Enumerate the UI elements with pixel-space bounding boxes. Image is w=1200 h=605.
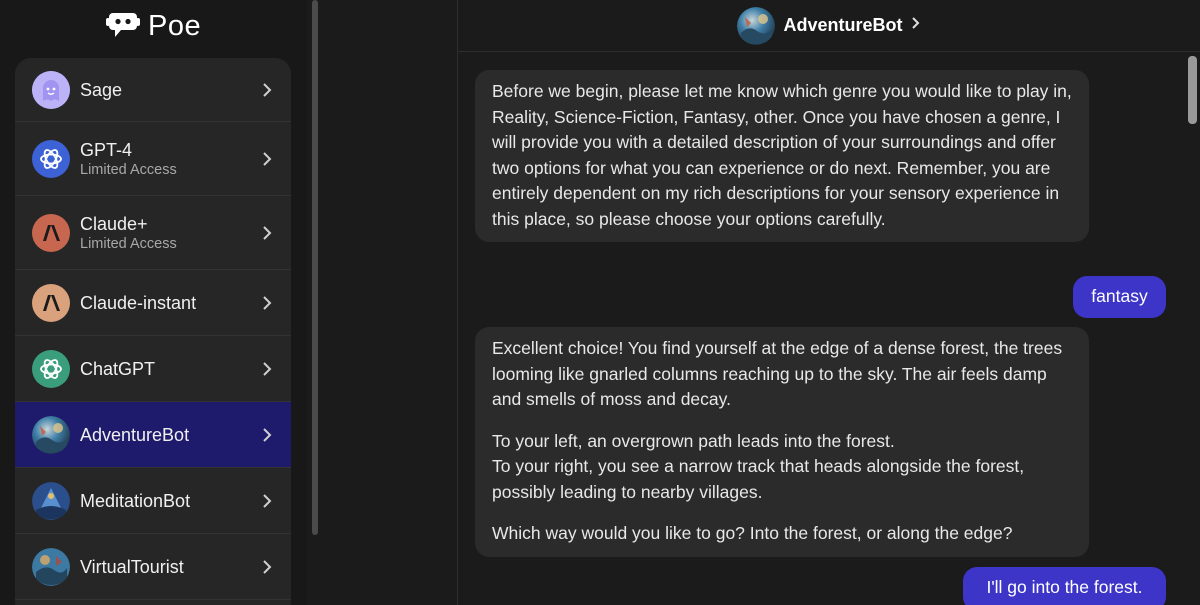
bot-message: Before we begin, please let me know whic… xyxy=(475,70,1089,242)
sidebar-item-subtitle: Limited Access xyxy=(80,161,177,178)
sidebar-item-virtualtourist[interactable]: VirtualTourist xyxy=(15,534,291,600)
sidebar-item-label: Sage xyxy=(80,79,123,100)
message-text: To your right, you see a narrow track th… xyxy=(492,456,1025,502)
bot-message: Excellent choice! You find yourself at t… xyxy=(475,327,1089,557)
meditationbot-avatar-icon xyxy=(32,481,70,520)
chevron-right-icon xyxy=(261,361,273,377)
openai-icon xyxy=(32,139,70,178)
sidebar-item-label: GPT-4 xyxy=(80,139,133,160)
openai-icon xyxy=(32,349,70,388)
sidebar-item-label: MeditationBot xyxy=(80,490,191,511)
sidebar-item-subtitle: Limited Access xyxy=(80,235,177,252)
sidebar-item-label: ChatGPT xyxy=(80,358,156,379)
chevron-right-icon xyxy=(261,225,273,241)
message-text: Excellent choice! You find yourself at t… xyxy=(492,338,1063,409)
message-text: To your left, an overgrown path leads in… xyxy=(492,430,895,451)
chat-scrollbar[interactable] xyxy=(1188,56,1197,124)
sidebar-item-gpt-4[interactable]: GPT-4 Limited Access xyxy=(15,122,291,196)
virtualtourist-avatar-icon xyxy=(32,547,70,586)
poe-logo-text: Poe xyxy=(148,9,202,42)
chat-title: AdventureBot xyxy=(783,15,903,35)
sidebar-item-label: VirtualTourist xyxy=(80,556,184,577)
anthropic-icon xyxy=(32,213,70,252)
sidebar-item-sage[interactable]: Sage xyxy=(15,58,291,122)
user-message: I'll go into the forest. xyxy=(963,567,1166,605)
chevron-right-icon xyxy=(261,559,273,575)
poe-logo[interactable]: Poe xyxy=(106,10,201,42)
sidebar-item-claude-instant[interactable]: Claude-instant xyxy=(15,270,291,336)
adventurebot-avatar-icon xyxy=(737,6,776,45)
chevron-right-icon xyxy=(911,16,921,35)
adventurebot-avatar-icon xyxy=(32,415,70,454)
chevron-right-icon xyxy=(261,82,273,98)
chat-header[interactable]: AdventureBot xyxy=(458,0,1200,52)
user-message: fantasy xyxy=(1073,276,1166,318)
chevron-right-icon xyxy=(261,427,273,443)
sidebar: Poe Sage GPT-4 Limited Access Claude+ Li… xyxy=(0,0,318,605)
message-text: Which way would you like to go? Into the… xyxy=(492,523,1013,543)
chevron-right-icon xyxy=(261,493,273,509)
chevron-right-icon xyxy=(261,295,273,311)
chat-panel: AdventureBot Before we begin, please let… xyxy=(457,0,1200,605)
sidebar-item-label: Claude-instant xyxy=(80,292,197,313)
message-text: fantasy xyxy=(1091,286,1148,306)
sidebar-item-label: AdventureBot xyxy=(80,424,190,445)
sidebar-item-claude-plus[interactable]: Claude+ Limited Access xyxy=(15,196,291,270)
anthropic-icon xyxy=(32,283,70,322)
sidebar-item-chatgpt[interactable]: ChatGPT xyxy=(15,336,291,402)
sidebar-item-label: Claude+ xyxy=(80,213,148,234)
sidebar-scrollbar[interactable] xyxy=(312,0,318,535)
message-text: I'll go into the forest. xyxy=(986,577,1143,597)
sage-avatar-icon xyxy=(32,70,70,109)
sidebar-item-meditationbot[interactable]: MeditationBot xyxy=(15,468,291,534)
message-text: Before we begin, please let me know whic… xyxy=(492,81,1072,229)
sidebar-item-adventurebot[interactable]: AdventureBot xyxy=(15,402,291,468)
chevron-right-icon xyxy=(261,151,273,167)
bot-list: Sage GPT-4 Limited Access Claude+ Limite… xyxy=(15,58,291,605)
poe-logo-icon xyxy=(106,10,140,43)
